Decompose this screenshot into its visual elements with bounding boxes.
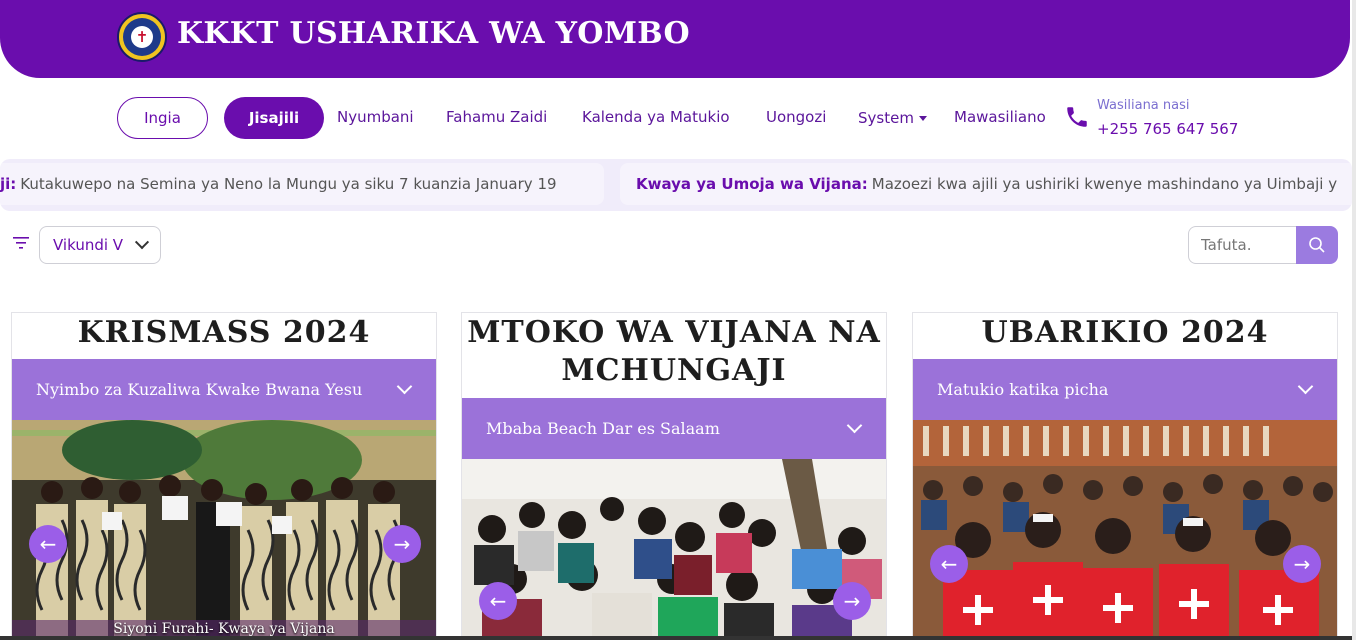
contact-phone[interactable]: +255 765 647 567 [1097, 120, 1238, 138]
announcement-ticker: ji: Kutakuwepo na Semina ya Neno la Mung… [0, 159, 1352, 211]
card-photo [462, 459, 886, 640]
login-button[interactable]: Ingia [117, 97, 208, 139]
card-dropdown[interactable]: Nyimbo za Kuzaliwa Kwake Bwana Yesu [12, 359, 436, 420]
card-subtitle: Mbaba Beach Dar es Salaam [486, 419, 720, 438]
choir-photo [12, 420, 436, 640]
ticker-item-text: Kutakuwepo na Semina ya Neno la Mungu ya… [20, 175, 557, 193]
photo-caption: Siyoni Furahi- Kwaya ya Vijana [113, 621, 335, 637]
chevron-down-icon [1297, 378, 1314, 395]
nav-link-about[interactable]: Fahamu Zaidi [446, 108, 547, 126]
main-nav: Ingia Jisajili [117, 97, 324, 139]
card-photo [12, 420, 436, 640]
contact-label: Wasiliana nasi [1097, 98, 1190, 113]
carousel-prev-button[interactable]: ← [29, 525, 67, 563]
filter-icon[interactable] [12, 236, 30, 250]
card-subtitle: Matukio katika picha [937, 380, 1109, 399]
page: ✝ KKKT USHARIKA WA YOMBO Ingia Jisajili … [0, 0, 1356, 640]
carousel-next-button[interactable]: → [1283, 545, 1321, 583]
ticker-item[interactable]: Kwaya ya Umoja wa Vijana: Mazoezi kwa aj… [620, 163, 1352, 205]
search-input[interactable] [1188, 226, 1298, 264]
beach-photo [462, 459, 886, 640]
nav-link-leadership[interactable]: Uongozi [766, 108, 826, 126]
church-logo-icon[interactable]: ✝ [117, 12, 167, 62]
chevron-down-icon [846, 417, 863, 434]
window-bottom-edge [0, 636, 1356, 640]
scrollbar-track[interactable] [1352, 0, 1356, 640]
ticker-item-prefix: ji: [0, 175, 17, 193]
card-dropdown[interactable]: Mbaba Beach Dar es Salaam [462, 398, 886, 459]
carousel-prev-button[interactable]: ← [930, 545, 968, 583]
card-title-line1: MTOKO WA VIJANA NA [467, 315, 881, 350]
nav-link-contact[interactable]: Mawasiliano [954, 108, 1046, 126]
carousel-next-button[interactable]: → [383, 525, 421, 563]
search-icon [1309, 237, 1325, 253]
site-title[interactable]: KKKT USHARIKA WA YOMBO [177, 16, 690, 51]
gallery-card: MTOKO WA VIJANA NA MCHUNGAJI Mbaba Beach… [461, 312, 887, 640]
chevron-down-icon [396, 378, 413, 395]
card-title: KRISMASS 2024 [77, 315, 371, 350]
gallery-card: KRISMASS 2024 Nyimbo za Kuzaliwa Kwake B… [11, 312, 437, 640]
nav-system-label: System [858, 109, 914, 127]
card-photo [913, 420, 1337, 640]
confirmation-photo [913, 420, 1337, 640]
register-button[interactable]: Jisajili [224, 97, 324, 139]
nav-link-calendar[interactable]: Kalenda ya Matukio [582, 108, 730, 126]
card-title-line2: MCHUNGAJI [561, 353, 787, 388]
ticker-item[interactable]: ji: Kutakuwepo na Semina ya Neno la Mung… [0, 163, 604, 205]
gallery-card: UBARIKIO 2024 Matukio katika picha ← → [912, 312, 1338, 640]
nav-dropdown-system[interactable]: System [858, 108, 927, 127]
ticker-item-prefix: Kwaya ya Umoja wa Vijana: [636, 175, 868, 193]
group-filter-select[interactable]: Vikundi V [39, 226, 161, 264]
phone-icon [1067, 107, 1087, 127]
nav-link-home[interactable]: Nyumbani [337, 108, 414, 126]
search-button[interactable] [1296, 226, 1338, 264]
ticker-item-text: Mazoezi kwa ajili ya ushiriki kwenye mas… [871, 175, 1338, 193]
group-filter-value: Vikundi V [53, 236, 124, 254]
caret-down-icon [918, 116, 927, 121]
chevron-down-icon [134, 235, 150, 250]
card-dropdown[interactable]: Matukio katika picha [913, 359, 1337, 420]
card-subtitle: Nyimbo za Kuzaliwa Kwake Bwana Yesu [36, 380, 363, 399]
top-header: ✝ KKKT USHARIKA WA YOMBO [0, 0, 1350, 78]
carousel-prev-button[interactable]: ← [479, 582, 517, 620]
card-title: UBARIKIO 2024 [981, 315, 1269, 350]
carousel-next-button[interactable]: → [833, 582, 871, 620]
